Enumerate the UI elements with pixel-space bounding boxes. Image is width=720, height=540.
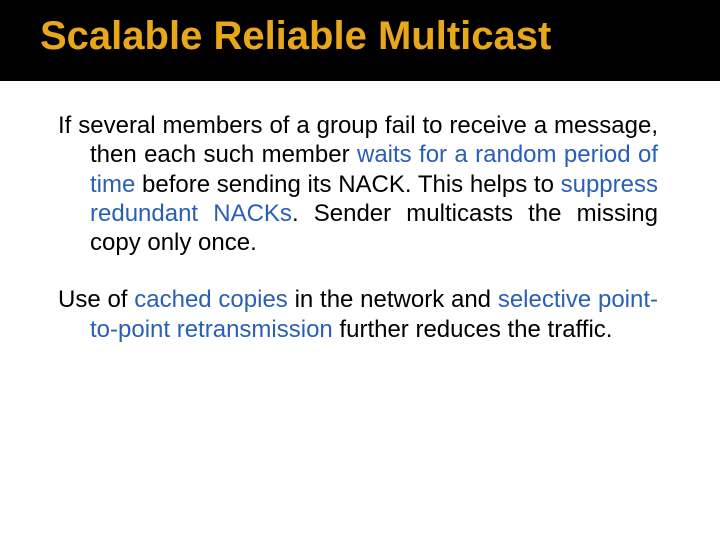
slide-body: If several members of a group fail to re…	[0, 81, 720, 344]
p2-text-2: in the network and	[288, 286, 498, 313]
p2-highlight-1: cached copies	[134, 286, 288, 313]
paragraph-2: Use of cached copies in the network and …	[58, 285, 658, 344]
slide: Scalable Reliable Multicast If several m…	[0, 0, 720, 540]
slide-title: Scalable Reliable Multicast	[40, 14, 720, 59]
paragraph-1: If several members of a group fail to re…	[58, 111, 658, 257]
p1-text-2: before sending its NACK. This helps to	[135, 171, 560, 198]
p2-text-1: Use of	[58, 286, 134, 313]
title-band: Scalable Reliable Multicast	[0, 0, 720, 81]
p2-text-3: further reduces the traffic.	[333, 316, 613, 343]
